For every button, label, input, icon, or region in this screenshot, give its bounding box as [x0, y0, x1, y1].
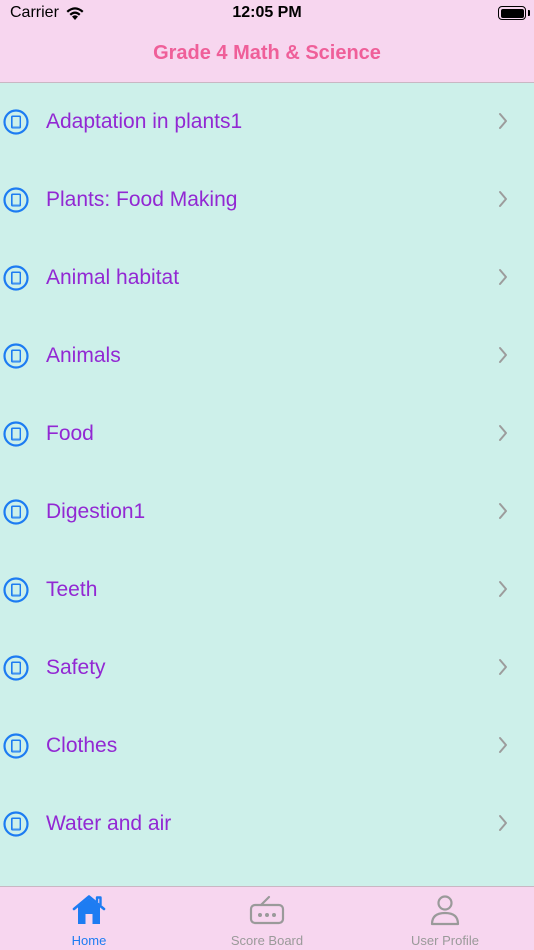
scoreboard-icon	[249, 895, 285, 925]
chevron-right-icon	[499, 113, 507, 129]
chevron-right-icon	[499, 347, 507, 363]
list-item-label: Teeth	[46, 578, 98, 601]
book-icon	[3, 811, 29, 837]
book-icon	[3, 343, 29, 369]
home-icon	[72, 895, 106, 924]
book-icon	[3, 265, 29, 291]
book-icon	[3, 733, 29, 759]
list-item-label: Animal habitat	[46, 266, 180, 289]
list-item[interactable]: Digestion1	[0, 473, 534, 551]
list-item[interactable]: Animal habitat	[0, 239, 534, 317]
book-icon	[3, 499, 29, 525]
list-item-label: Water and air	[46, 812, 172, 835]
list-item-label: Clothes	[46, 734, 118, 757]
list-item-label: Food	[46, 422, 94, 445]
list-item[interactable]: Water and air	[0, 785, 534, 863]
list-item-label: Plants: Food Making	[46, 188, 238, 211]
tab-score-board[interactable]: Score Board	[178, 887, 356, 950]
battery-cap	[528, 10, 530, 16]
tab-user-profile-label: User Profile	[411, 933, 479, 948]
tab-home-label: Home	[71, 933, 107, 948]
user-icon	[430, 895, 460, 926]
battery-icon	[498, 6, 526, 20]
book-icon	[3, 109, 29, 135]
list-item[interactable]: Food	[0, 395, 534, 473]
list-item[interactable]: Teeth	[0, 551, 534, 629]
nav-bar: Grade 4 Math & Science	[0, 30, 534, 83]
status-bar: Carrier 12:05 PM	[0, 0, 534, 30]
chevron-right-icon	[499, 269, 507, 285]
page-title: Grade 4 Math & Science	[153, 42, 381, 64]
list-item-label: Adaptation in plants1	[46, 110, 243, 133]
chevron-right-icon	[499, 425, 507, 441]
tab-user-profile[interactable]: User Profile	[356, 887, 534, 950]
list-item[interactable]: Adaptation in plants1	[0, 83, 534, 161]
list-item-label: Digestion1	[46, 500, 146, 523]
tab-home[interactable]: Home	[0, 887, 178, 950]
list-item[interactable]: Plants: Food Making	[0, 161, 534, 239]
book-icon	[3, 421, 29, 447]
chevron-right-icon	[499, 815, 507, 831]
book-icon	[3, 655, 29, 681]
tab-score-board-label: Score Board	[230, 933, 304, 948]
list-item-label: Safety	[46, 656, 106, 679]
topic-list: Adaptation in plants1 Plants: Food Makin…	[0, 83, 534, 886]
list-item[interactable]: Clothes	[0, 707, 534, 785]
chevron-right-icon	[499, 737, 507, 753]
chevron-right-icon	[499, 503, 507, 519]
battery-fill	[500, 8, 524, 18]
list-item-label: Animals	[46, 344, 121, 367]
list-item[interactable]: Safety	[0, 629, 534, 707]
status-time: 12:05 PM	[232, 4, 302, 21]
chevron-right-icon	[499, 659, 507, 675]
book-icon	[3, 187, 29, 213]
chevron-right-icon	[499, 581, 507, 597]
list-item[interactable]: Animals	[0, 317, 534, 395]
book-icon	[3, 577, 29, 603]
tab-bar: Home Score Board User Profile	[0, 886, 534, 950]
chevron-right-icon	[499, 191, 507, 207]
